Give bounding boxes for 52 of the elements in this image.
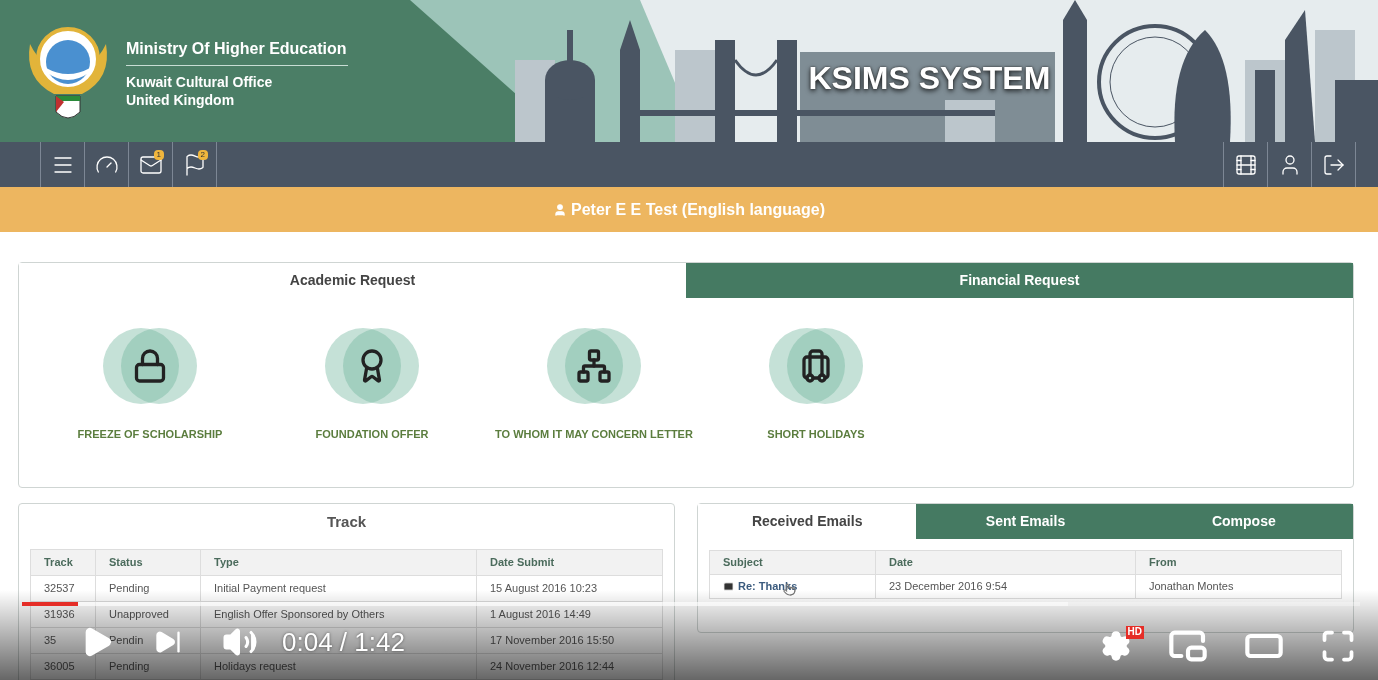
logout-icon (1321, 152, 1346, 177)
user-name: Peter E E Test (English language) (571, 199, 825, 220)
submit-date: 1 August 2016 14:49 (490, 608, 591, 621)
panel-title: Track (325, 512, 368, 532)
table-cell: 23 December 2016 9:54 (875, 574, 1136, 599)
column-header: Date (875, 550, 1136, 575)
request-tab[interactable]: Financial Request (686, 263, 1353, 298)
service-link[interactable]: FREEZE OF SCHOLARSHIP (77, 426, 223, 443)
email-tab[interactable]: Sent Emails (916, 504, 1135, 539)
service-circle-icon[interactable] (769, 328, 863, 404)
track-number: 36005 (44, 660, 75, 673)
count-badge: 2 (197, 150, 208, 160)
system-title: KSIMS SYSTEM (808, 59, 1051, 98)
office-location: United Kingdom (126, 91, 236, 109)
service-circle-icon[interactable] (547, 328, 641, 404)
column-header: From (1135, 550, 1342, 575)
ministry-name: Ministry Of Higher Education (126, 39, 349, 66)
table-cell: Jonathan Montes (1135, 574, 1342, 599)
service-circle-icon[interactable] (103, 328, 197, 404)
user-icon (553, 202, 567, 217)
request-type: Holidays request (214, 660, 296, 673)
status-text: Pending (109, 660, 150, 673)
service-link[interactable]: FOUNDATION OFFER (315, 426, 429, 443)
status-text: Unapproved (109, 608, 169, 621)
video-time: 0:04 / 1:42 (282, 629, 405, 655)
count-badge: 1 (153, 150, 164, 160)
submit-date: 17 November 2016 15:50 (490, 634, 615, 647)
request-type: English Offer Sponsored by Others (214, 608, 385, 621)
track-number: 32537 (44, 582, 75, 595)
track-number: 35 (44, 634, 57, 647)
column-header: Date Submit (476, 549, 663, 576)
status-text: Pendin (109, 634, 144, 647)
fullscreen-icon[interactable] (1320, 628, 1356, 664)
office-name: Kuwait Cultural Office (126, 74, 274, 92)
column-header: Type (200, 549, 477, 576)
envelope-icon (723, 581, 734, 592)
request-type: Initial Payment request (214, 582, 326, 595)
track-number: 31936 (44, 608, 75, 621)
padlock-icon (132, 348, 168, 384)
status-text: Pending (109, 582, 150, 595)
column-header: Track (30, 549, 96, 576)
email-tab[interactable]: Compose (1134, 504, 1353, 539)
service-circle-icon[interactable] (325, 328, 419, 404)
submit-date: 15 August 2016 10:23 (490, 582, 598, 595)
quality-badge: HD (1125, 626, 1144, 639)
submit-date: 24 November 2016 12:44 (490, 660, 615, 673)
hierarchy-icon (576, 348, 612, 384)
film-icon (1233, 152, 1258, 177)
service-link[interactable]: SHORT HOLIDAYS (767, 426, 865, 443)
service-link[interactable]: TO WHOM IT MAY CONCERN LETTER (495, 426, 693, 443)
column-header: Subject (709, 550, 876, 575)
column-header: Status (95, 549, 201, 576)
